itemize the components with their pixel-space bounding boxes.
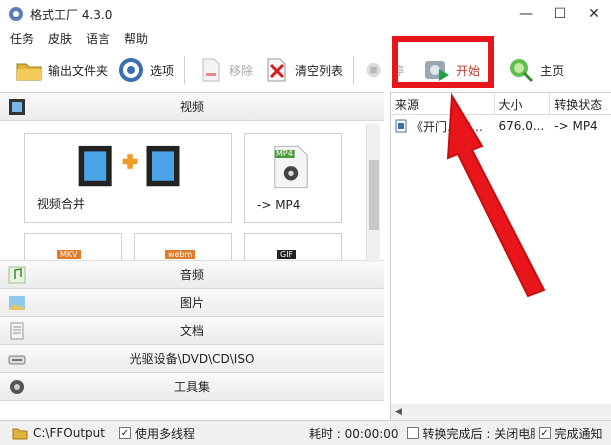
toolbar: 输出文件夹 选项 移除 清空列表 停 开始 主页 xyxy=(0,48,611,92)
category-document[interactable]: 文档 xyxy=(0,317,384,345)
close-button[interactable]: ✕ xyxy=(577,0,611,28)
file-size-cell: 676.0... xyxy=(498,119,545,133)
menu-bar: 任务 皮肤 语言 帮助 xyxy=(0,28,611,48)
maximize-button[interactable]: ☐ xyxy=(543,0,577,28)
notify-label: 完成通知 xyxy=(554,426,603,441)
category-picture-label: 图片 xyxy=(179,296,204,310)
picture-icon xyxy=(9,296,25,310)
scrollbar-thumb[interactable] xyxy=(369,160,379,230)
column-status[interactable]: 转换状态 xyxy=(550,93,611,114)
elapsed-time: 耗时 : 00:00:00 xyxy=(308,426,399,441)
video-tiles-area: 视频合并 MP4 -> MP4 MKV webm GIF xyxy=(0,121,384,261)
toolbar-separator xyxy=(184,56,186,84)
options-label: 选项 xyxy=(150,63,175,78)
minimize-button[interactable]: — xyxy=(509,0,543,28)
category-document-label: 文档 xyxy=(179,324,204,338)
video-file-icon xyxy=(395,119,407,133)
category-video-label: 视频 xyxy=(179,100,204,114)
category-tools-label: 工具集 xyxy=(173,380,210,394)
file-source-cell: 《开门…吉… xyxy=(391,118,495,135)
multithread-checkbox[interactable]: ✓ xyxy=(118,427,131,439)
video-merge-label: 视频合并 xyxy=(37,197,86,211)
clear-list-label: 清空列表 xyxy=(295,63,344,78)
tools-icon xyxy=(10,380,24,394)
menu-skin[interactable]: 皮肤 xyxy=(48,30,72,47)
window-title: 格式工厂 4.3.0 xyxy=(30,7,113,22)
file-row[interactable]: 《开门…吉… 676.0... -> MP4 xyxy=(391,115,611,137)
menu-task[interactable]: 任务 xyxy=(10,30,34,47)
file-list-header: 来源 大小 转换状态 xyxy=(391,93,611,115)
scroll-left-arrow[interactable]: ◀ xyxy=(395,407,402,417)
home-globe-icon xyxy=(510,59,534,83)
gif-tile[interactable]: GIF xyxy=(244,233,342,260)
output-folder-button[interactable]: 输出文件夹 xyxy=(10,52,112,88)
video-merge-icon xyxy=(78,145,180,187)
clear-list-button[interactable]: 清空列表 xyxy=(257,52,347,88)
category-audio-label: 音频 xyxy=(179,268,204,282)
category-tools[interactable]: 工具集 xyxy=(0,373,384,401)
music-note-icon xyxy=(8,266,26,284)
home-label: 主页 xyxy=(540,63,565,78)
status-bar: C:\FFOutput ✓ 使用多线程 耗时 : 00:00:00 转换完成后 … xyxy=(0,420,611,445)
mkv-badge: MKV xyxy=(57,250,81,259)
menu-help[interactable]: 帮助 xyxy=(124,30,148,47)
title-bar: 格式工厂 4.3.0 — ☐ ✕ xyxy=(0,0,611,28)
webm-tile[interactable]: webm xyxy=(134,233,232,260)
video-merge-tile[interactable]: 视频合并 xyxy=(24,133,232,223)
mp4-label: -> MP4 xyxy=(257,198,301,212)
file-status-cell: -> MP4 xyxy=(554,119,598,133)
category-optical[interactable]: 光驱设备\DVD\CD\ISO xyxy=(0,345,384,373)
gear-icon xyxy=(119,58,144,82)
category-video[interactable]: 视频 xyxy=(0,93,384,121)
folder-icon xyxy=(16,63,42,81)
mp4-tile[interactable]: MP4 -> MP4 xyxy=(244,133,342,223)
clear-list-icon xyxy=(267,58,286,82)
video-film-icon xyxy=(9,99,25,115)
stop-icon xyxy=(366,62,381,78)
highlight-box xyxy=(392,36,494,88)
column-source[interactable]: 来源 xyxy=(391,93,495,114)
notify-checkbox[interactable]: ✓ xyxy=(538,427,551,439)
file-source-text: 《开门…吉… xyxy=(411,119,484,134)
mkv-tile[interactable]: MKV xyxy=(24,233,122,260)
app-logo-icon xyxy=(9,7,23,21)
file-list-hscrollbar[interactable]: ◀ xyxy=(391,404,611,420)
document-icon xyxy=(10,322,24,340)
output-path[interactable]: C:\FFOutput xyxy=(33,426,105,440)
output-folder-label: 输出文件夹 xyxy=(48,63,109,78)
optical-drive-icon xyxy=(8,355,26,365)
home-button[interactable]: 主页 xyxy=(502,52,568,88)
output-folder-small-icon xyxy=(12,428,28,440)
webm-badge: webm xyxy=(165,250,196,259)
category-audio[interactable]: 音频 xyxy=(0,261,384,289)
category-optical-label: 光驱设备\DVD\CD\ISO xyxy=(129,352,255,366)
remove-file-icon xyxy=(202,58,220,82)
category-panel: 视频 视频合并 MP4 -> MP4 MKV webm GIF 音频 图片 文档… xyxy=(0,92,384,420)
file-list-panel: 来源 大小 转换状态 《开门…吉… 676.0... -> MP4 ◀ xyxy=(390,92,611,420)
after-convert-checkbox[interactable] xyxy=(406,427,419,439)
toolbar-separator xyxy=(353,56,355,84)
remove-label: 移除 xyxy=(229,63,254,78)
mp4-badge: MP4 xyxy=(276,149,293,158)
menu-language[interactable]: 语言 xyxy=(86,30,110,47)
after-convert-label: 转换完成后 : 关闭电脑 xyxy=(422,426,535,441)
category-picture[interactable]: 图片 xyxy=(0,289,384,317)
tiles-scrollbar[interactable] xyxy=(366,124,380,262)
multithread-label: 使用多线程 xyxy=(134,426,195,441)
gif-badge: GIF xyxy=(277,250,297,259)
column-size[interactable]: 大小 xyxy=(495,93,551,114)
remove-button[interactable]: 移除 xyxy=(191,52,257,88)
options-button[interactable]: 选项 xyxy=(112,52,178,88)
